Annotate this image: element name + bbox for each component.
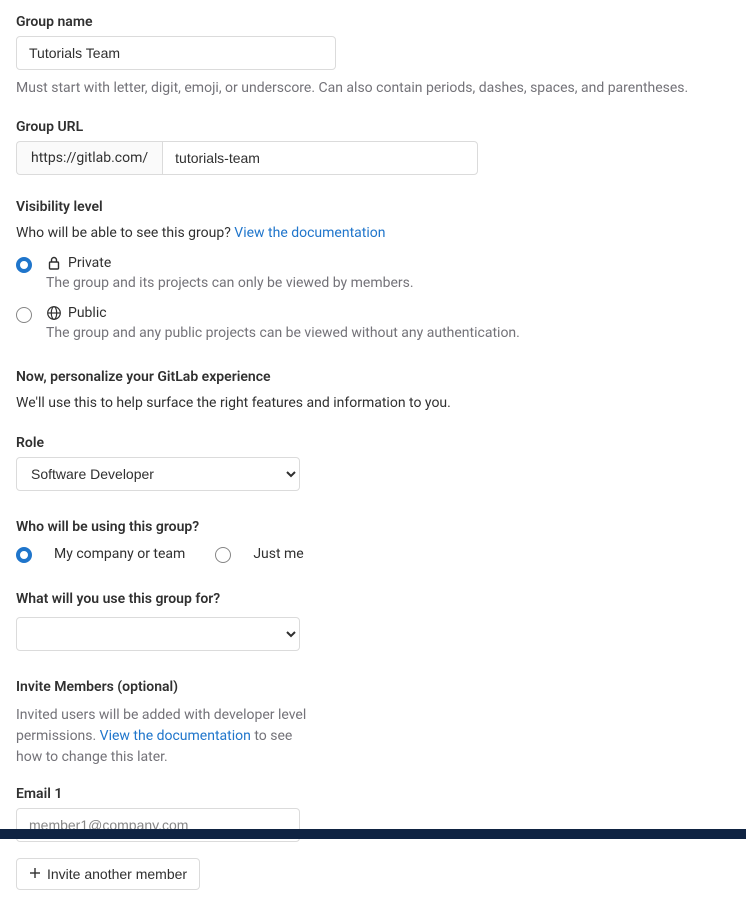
group-url-prefix: https://gitlab.com/ (16, 141, 162, 175)
invite-another-button[interactable]: Invite another member (16, 858, 200, 890)
invite-hint: Invited users will be added with develop… (16, 705, 316, 768)
who-company-radio[interactable] (16, 547, 32, 563)
invite-another-label: Invite another member (47, 866, 187, 882)
visibility-public-title: Public (68, 305, 107, 321)
taskbar (0, 829, 746, 839)
personalize-sub: We'll use this to help surface the right… (16, 395, 730, 411)
visibility-public-desc: The group and any public projects can be… (46, 325, 730, 341)
who-using-label: Who will be using this group? (16, 519, 730, 535)
invite-heading: Invite Members (optional) (16, 679, 730, 695)
visibility-question-text: Who will be able to see this group? (16, 225, 234, 241)
role-select[interactable]: Software Developer (16, 457, 300, 491)
group-name-input[interactable] (16, 36, 336, 70)
email-1-label: Email 1 (16, 786, 730, 802)
role-label: Role (16, 435, 730, 451)
who-justme-label: Just me (253, 546, 303, 562)
visibility-heading: Visibility level (16, 199, 730, 215)
globe-icon (46, 305, 62, 321)
visibility-private-title: Private (68, 255, 111, 271)
invite-doc-link[interactable]: View the documentation (100, 728, 251, 744)
who-company-label: My company or team (54, 546, 185, 562)
lock-icon (46, 255, 62, 271)
personalize-heading: Now, personalize your GitLab experience (16, 369, 730, 385)
visibility-question: Who will be able to see this group? View… (16, 225, 730, 241)
who-justme-radio[interactable] (215, 547, 231, 563)
visibility-doc-link[interactable]: View the documentation (234, 225, 385, 241)
group-name-hint: Must start with letter, digit, emoji, or… (16, 78, 730, 99)
visibility-private-desc: The group and its projects can only be v… (46, 275, 730, 291)
group-name-label: Group name (16, 14, 730, 30)
visibility-private-radio[interactable] (16, 257, 32, 273)
group-url-input[interactable] (162, 141, 478, 175)
visibility-public-radio[interactable] (16, 307, 32, 323)
use-for-select[interactable] (16, 617, 300, 651)
plus-icon (29, 866, 41, 882)
group-url-label: Group URL (16, 119, 730, 135)
use-for-label: What will you use this group for? (16, 591, 730, 607)
